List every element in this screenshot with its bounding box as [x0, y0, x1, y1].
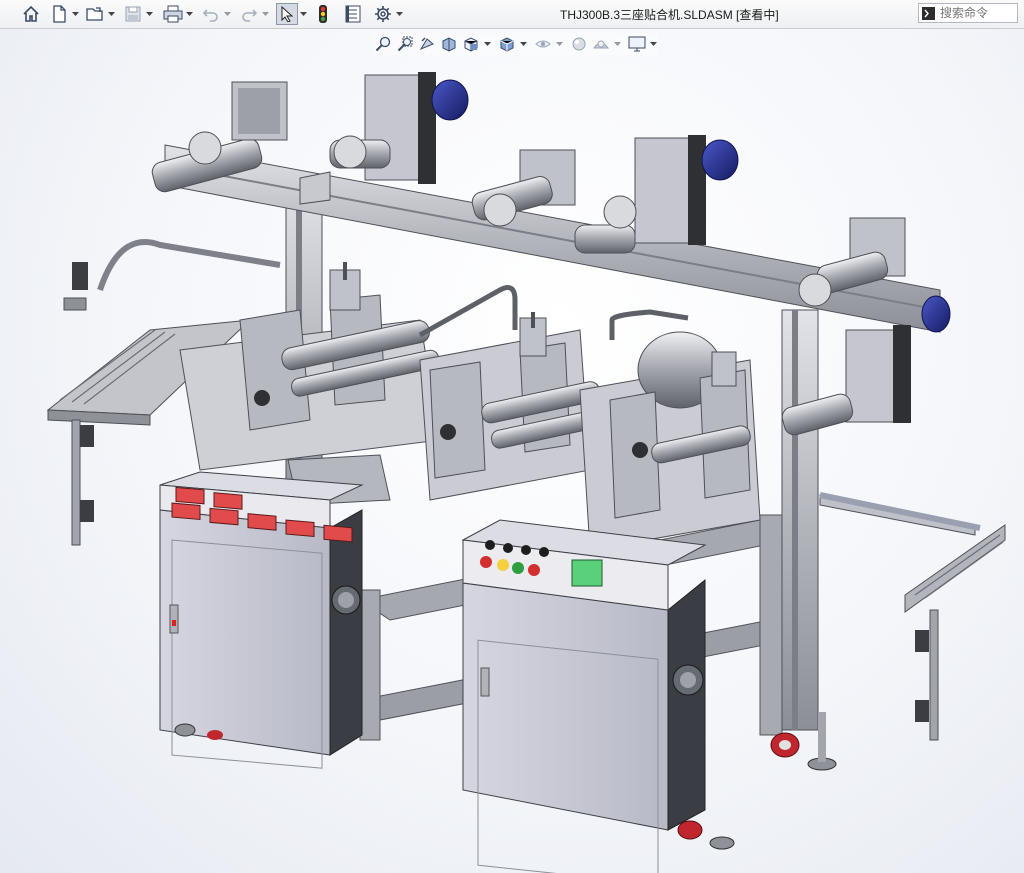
- chevron-down-icon[interactable]: [144, 3, 154, 25]
- guide-pipe: [418, 285, 518, 338]
- select-arrow-icon[interactable]: [276, 3, 298, 25]
- save-icon[interactable]: [122, 3, 144, 25]
- laminating-machine-model[interactable]: [0, 29, 1024, 873]
- traffic-light-icon[interactable]: [312, 3, 334, 25]
- title-toolbar: THJ300B.3三座贴合机.SLDASM [查看中]: [0, 0, 1024, 29]
- control-cabinet-right[interactable]: [461, 519, 735, 873]
- chevron-down-icon[interactable]: [394, 3, 404, 25]
- command-prompt-icon: [922, 6, 935, 20]
- tension-rod-left: [63, 239, 281, 311]
- search-commands-box[interactable]: [918, 3, 1018, 23]
- open-folder-icon[interactable]: [84, 3, 106, 25]
- outfeed-table: [819, 494, 1006, 741]
- chevron-down-icon[interactable]: [260, 3, 270, 25]
- file-properties-icon[interactable]: [342, 3, 364, 25]
- laminating-station-3: [579, 309, 761, 551]
- chevron-down-icon[interactable]: [184, 3, 194, 25]
- gear-icon[interactable]: [372, 3, 394, 25]
- connector-rod: [819, 492, 981, 531]
- new-document-icon[interactable]: [48, 3, 70, 25]
- print-icon[interactable]: [162, 3, 184, 25]
- chevron-down-icon[interactable]: [70, 3, 80, 25]
- undo-icon[interactable]: [200, 3, 222, 25]
- quick-access-toolbar: [20, 3, 404, 25]
- redo-icon[interactable]: [238, 3, 260, 25]
- chevron-down-icon[interactable]: [298, 3, 308, 25]
- solidworks-window: THJ300B.3三座贴合机.SLDASM [查看中]: [0, 0, 1024, 873]
- search-input[interactable]: [938, 6, 1018, 20]
- document-title: THJ300B.3三座贴合机.SLDASM [查看中]: [560, 8, 779, 22]
- chevron-down-icon[interactable]: [106, 3, 116, 25]
- control-cabinet-left[interactable]: [159, 471, 364, 769]
- graphics-area[interactable]: [0, 29, 1024, 873]
- chevron-down-icon[interactable]: [222, 3, 232, 25]
- home-icon[interactable]: [20, 3, 42, 25]
